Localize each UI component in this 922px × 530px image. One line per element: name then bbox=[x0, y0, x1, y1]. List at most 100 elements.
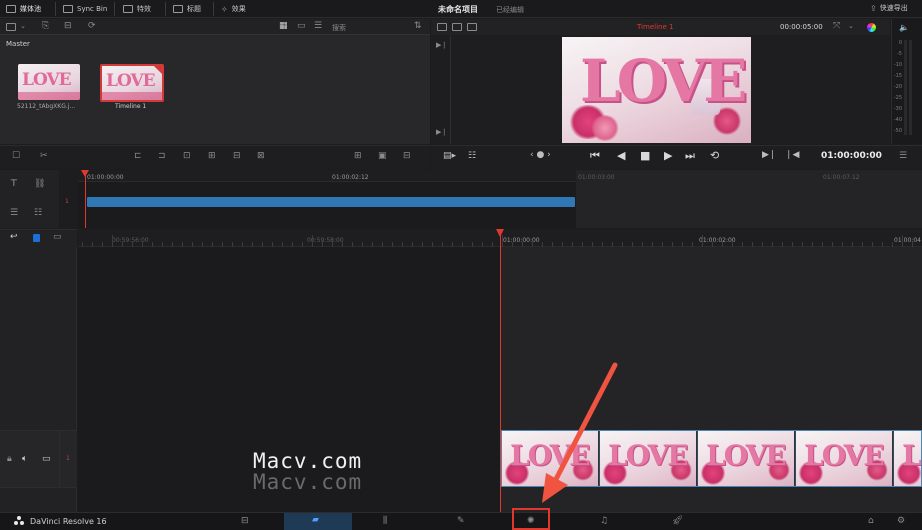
page-edit-icon[interactable]: ⫼ bbox=[383, 517, 387, 526]
upper-playhead-cap[interactable] bbox=[81, 170, 89, 177]
loop-icon[interactable]: ⟲ bbox=[710, 150, 719, 161]
meter-mark-label: -10 bbox=[893, 62, 902, 68]
edit-mode-label: 已经编辑 bbox=[496, 6, 524, 14]
media-pool-tab[interactable]: 媒体池 bbox=[6, 0, 41, 18]
ruler-tick bbox=[232, 242, 233, 247]
replace-icon[interactable]: ⊡ bbox=[183, 152, 191, 161]
lower-playhead-cap[interactable] bbox=[496, 229, 504, 237]
ruler-tick bbox=[392, 242, 393, 247]
clip-frame-text: LOVE bbox=[902, 439, 921, 472]
reverse-play-icon[interactable]: ◀ bbox=[617, 150, 625, 161]
mark-out-icon[interactable]: ❘◀ bbox=[785, 151, 799, 160]
sort-icon[interactable]: ⇅ bbox=[414, 22, 422, 31]
ruler-tick bbox=[462, 242, 463, 247]
play-icon[interactable]: ▶ bbox=[664, 150, 672, 161]
detail-view-icon[interactable]: ☰ bbox=[314, 22, 322, 31]
compare-view-icon[interactable]: ⊟ bbox=[403, 152, 411, 161]
titles-tab[interactable]: 标题 bbox=[173, 0, 201, 18]
ripple-overwrite-icon[interactable]: ⊠ bbox=[257, 152, 265, 161]
new-bin-icon[interactable]: ⎘ bbox=[42, 22, 49, 31]
upper-timeline-clip[interactable] bbox=[87, 197, 575, 207]
ruler-tick bbox=[492, 242, 493, 247]
home-icon[interactable]: ⌂ bbox=[868, 517, 874, 526]
image-view-icon[interactable]: ▣ bbox=[378, 152, 387, 161]
ruler-tick bbox=[692, 242, 693, 247]
refresh-icon[interactable]: ⟳ bbox=[88, 22, 96, 31]
page-media-icon[interactable]: ⊟ bbox=[241, 517, 249, 526]
meter-mark-label: -30 bbox=[893, 106, 902, 112]
page-fusion-icon[interactable]: ✎ bbox=[457, 517, 465, 526]
viewer-layout-icon[interactable] bbox=[437, 23, 447, 31]
viewer-overlay-icon[interactable] bbox=[467, 23, 477, 31]
split-view-icon[interactable]: ⊞ bbox=[354, 152, 362, 161]
sync-bin-icon bbox=[63, 5, 73, 13]
first-frame-icon[interactable]: ⏮ bbox=[590, 150, 600, 161]
jog-shuttle-icon[interactable]: ‹ ● › bbox=[530, 151, 551, 160]
ruler-tick bbox=[382, 242, 383, 247]
track-audio-icon[interactable]: 🔈︎ bbox=[22, 455, 27, 464]
import-icon[interactable]: ⊟ bbox=[64, 22, 72, 31]
track-lock-icon[interactable]: 🔒︎ bbox=[7, 455, 12, 464]
sync-bin-tab[interactable]: Sync Bin bbox=[63, 0, 107, 18]
viewer-menu-icon[interactable]: ☰ bbox=[899, 152, 907, 161]
clip-mode-icon[interactable]: ▤▸ bbox=[443, 152, 456, 161]
viewer-left-arrow-icon-2[interactable]: ▶❘ bbox=[436, 128, 447, 137]
marker-icon[interactable]: ▭ bbox=[53, 233, 62, 242]
snap-icon[interactable]: ↩ bbox=[10, 233, 18, 242]
ruler-tick bbox=[332, 242, 333, 247]
ruler-tick bbox=[662, 242, 663, 247]
blade-tool-icon[interactable]: ✂ bbox=[40, 152, 48, 161]
settings-gear-icon[interactable]: ⚙ bbox=[897, 517, 905, 526]
quick-export-button[interactable]: ⇪ 快速导出 bbox=[870, 3, 908, 13]
effects-tab[interactable]: 特效 bbox=[123, 0, 151, 18]
select-tool-icon[interactable]: ☐ bbox=[12, 152, 20, 161]
media-clip-thumbnail[interactable]: LOVE bbox=[18, 64, 80, 100]
mark-in-icon[interactable]: ▶❘ bbox=[762, 151, 776, 160]
ruler-tick bbox=[782, 242, 783, 247]
viewer-left-arrow-icon[interactable]: ▶❘ bbox=[436, 41, 447, 50]
track-height-icon[interactable]: ⊤ bbox=[10, 180, 18, 189]
last-frame-icon[interactable]: ⏭ bbox=[685, 150, 695, 161]
media-clip-name: 52112_tAbgXKG.j... bbox=[17, 103, 76, 110]
zoom-fit-icon[interactable]: ⤧ bbox=[833, 22, 840, 31]
link-icon[interactable]: ⛓ bbox=[34, 180, 45, 189]
ruler-tick bbox=[262, 242, 263, 247]
ruler-tick bbox=[402, 242, 403, 247]
color-wheel-icon[interactable] bbox=[867, 23, 876, 32]
ruler-tick bbox=[452, 242, 453, 247]
zoom-chevron-down-icon[interactable]: ⌄ bbox=[848, 22, 854, 31]
fit-to-fill-icon[interactable]: ⊞ bbox=[208, 152, 216, 161]
chevron-down-icon[interactable]: ⌄ bbox=[20, 22, 26, 31]
ruler-tick bbox=[532, 242, 533, 247]
grid-view-icon[interactable]: ▦ bbox=[279, 22, 288, 31]
upper-playhead[interactable] bbox=[85, 170, 86, 228]
meter-mark-label: -50 bbox=[893, 128, 902, 134]
ruler-tick bbox=[582, 242, 583, 247]
trim-settings-icon[interactable]: ☷ bbox=[468, 152, 476, 161]
viewer-mode-icon[interactable] bbox=[452, 23, 462, 31]
list-view-icon[interactable]: ▭ bbox=[297, 22, 306, 31]
page-deliver-icon[interactable]: 🚀︎ bbox=[672, 517, 683, 526]
place-on-top-icon[interactable]: ⊟ bbox=[233, 152, 241, 161]
ruler-tick bbox=[352, 242, 353, 247]
project-title: 未命名项目 bbox=[438, 5, 478, 14]
overwrite-icon[interactable]: ⊐ bbox=[158, 152, 166, 161]
app-name: DaVinci Resolve 16 bbox=[30, 517, 107, 526]
viewer-duration: 00:00:05:00 bbox=[780, 23, 823, 31]
sidebar-toggle-icon[interactable] bbox=[6, 23, 16, 31]
fx-tab[interactable]: ✧ 效果 bbox=[221, 0, 246, 18]
track-video-icon[interactable]: ▭ bbox=[42, 455, 51, 464]
ruler-tick bbox=[792, 242, 793, 247]
lower-playhead[interactable] bbox=[500, 229, 501, 512]
stop-icon[interactable]: ■ bbox=[640, 150, 650, 161]
page-fairlight-icon[interactable]: ♫ bbox=[600, 517, 608, 526]
effects-label: 特效 bbox=[137, 5, 151, 13]
timeline-clip-thumbnail[interactable]: LOVE bbox=[100, 64, 164, 102]
insert-icon[interactable]: ⊏ bbox=[134, 152, 142, 161]
speaker-icon[interactable]: 🔈 bbox=[899, 23, 909, 32]
viewer-timecode: 01:00:00:00 bbox=[821, 151, 882, 161]
flag-icon[interactable] bbox=[33, 234, 40, 242]
search-input[interactable]: 搜索 bbox=[332, 23, 346, 33]
track-filter-icon[interactable]: ☷ bbox=[34, 209, 42, 218]
track-settings-icon[interactable]: ☰ bbox=[10, 209, 18, 218]
